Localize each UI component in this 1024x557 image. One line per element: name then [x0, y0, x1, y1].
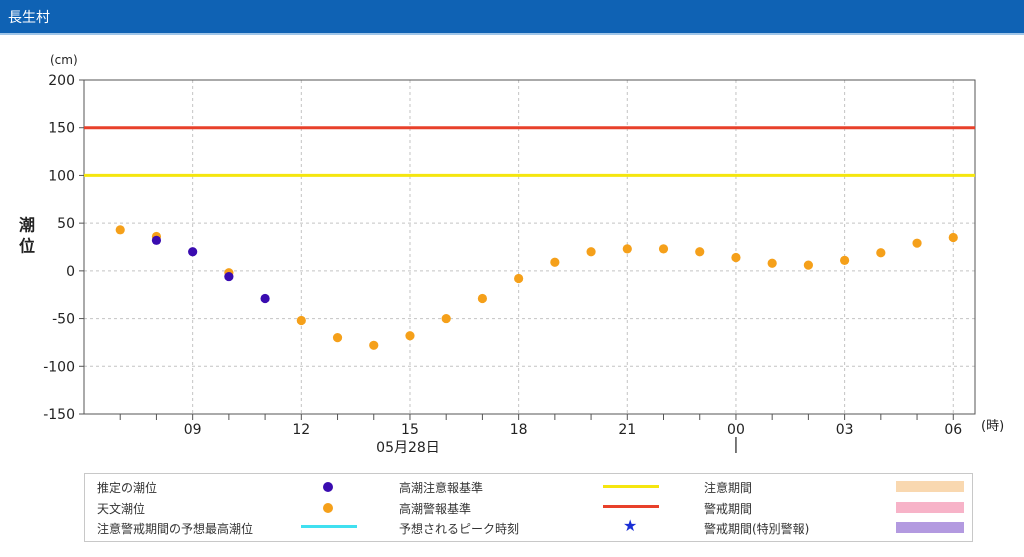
legend-advisory-std-label: 高潮注意報基準	[399, 481, 484, 495]
legend-advisory-period-swatch	[896, 481, 964, 492]
data-point	[188, 247, 198, 257]
legend-warning-period-label: 警戒期間	[704, 502, 753, 516]
x-tick-label: 03	[836, 422, 854, 438]
x-tick-label: 09	[184, 422, 202, 438]
x-tick-label: 12	[292, 422, 310, 438]
x-tick-label: 21	[618, 422, 636, 438]
y-tick-label: 200	[48, 73, 75, 89]
data-point	[296, 315, 306, 326]
data-point	[803, 260, 813, 270]
x-tick-label: 15	[401, 422, 419, 438]
legend-warning-std-label: 高潮警報基準	[399, 502, 472, 516]
legend-astronomical-marker	[323, 503, 333, 513]
page-header: 長生村	[0, 0, 1024, 35]
legend-estimated-label: 推定の潮位	[97, 481, 158, 495]
data-point	[658, 244, 669, 254]
data-point	[405, 331, 415, 341]
y-tick-label: 100	[48, 168, 75, 184]
data-point	[369, 340, 379, 350]
legend-astronomical-label: 天文潮位	[97, 502, 146, 516]
data-point	[332, 333, 343, 343]
data-point	[622, 244, 632, 254]
data-point	[260, 293, 270, 304]
y-tick-label: 50	[57, 216, 75, 232]
x-tick-label: 06	[944, 422, 962, 438]
legend-estimated-marker	[323, 482, 333, 492]
y-unit-label: (cm)	[50, 53, 78, 67]
date-label: 05月28日	[376, 440, 440, 456]
y-tick-label: -50	[52, 312, 75, 328]
data-point	[767, 258, 777, 268]
data-point	[731, 252, 741, 263]
data-point	[151, 235, 162, 245]
location-title: 長生村	[8, 10, 50, 26]
data-point	[224, 271, 234, 282]
legend-special-period-label: 警戒期間(特別警報)	[704, 522, 810, 536]
data-point	[948, 232, 958, 243]
plot-frame	[83, 79, 976, 415]
y-tick-label: 150	[48, 121, 75, 137]
legend: 推定の潮位 天文潮位 注意警戒期間の予想最高潮位 高潮注意報基準 高潮警報基準 …	[84, 473, 973, 542]
data-point	[840, 255, 850, 265]
data-point	[876, 248, 886, 258]
data-point	[912, 238, 922, 248]
data-point	[441, 313, 451, 324]
data-point	[586, 247, 596, 257]
data-point	[477, 293, 488, 304]
tide-chart: -150 -100 -50 0 50 100 150 200 09 12 15 18 21 00 03 06 0…	[19, 53, 1004, 456]
legend-special-period-swatch	[896, 522, 964, 533]
legend-forecast-max-line	[301, 525, 357, 528]
legend-warning-std-line	[603, 505, 659, 508]
legend-warning-period-swatch	[896, 502, 964, 513]
data-point	[115, 225, 125, 235]
legend-advisory-std-line	[603, 485, 659, 488]
y-tick-label: -100	[43, 359, 75, 375]
y-axis-label: 潮位	[19, 215, 35, 255]
legend-peak-time-label: 予想されるピーク時刻	[399, 522, 520, 536]
x-unit-label: (時)	[981, 419, 1004, 434]
y-tick-label: -150	[43, 407, 75, 423]
x-tick-label: 18	[510, 422, 528, 438]
peak-star-icon: ★	[623, 516, 638, 535]
legend-forecast-max-label: 注意警戒期間の予想最高潮位	[97, 522, 254, 536]
y-tick-label: 0	[66, 264, 75, 280]
legend-advisory-period-label: 注意期間	[704, 481, 753, 495]
data-point	[514, 273, 524, 284]
x-tick-label: 00	[727, 422, 745, 438]
data-point	[695, 247, 705, 257]
data-point	[550, 257, 560, 267]
